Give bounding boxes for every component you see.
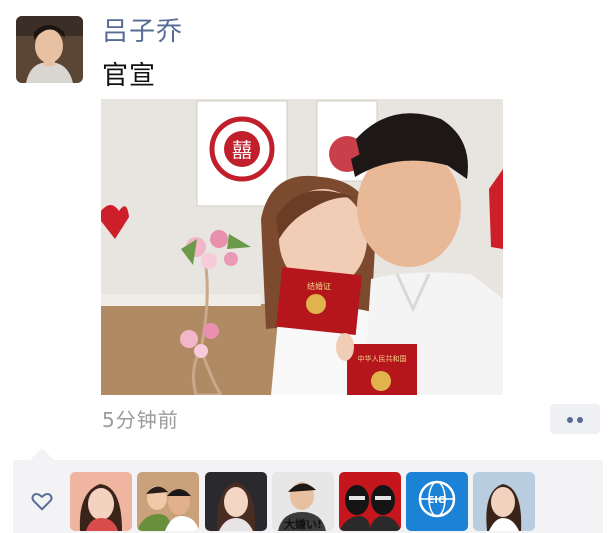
post-text: 官宣 bbox=[102, 61, 157, 91]
liker-sticker-text: 大嫌い! bbox=[284, 517, 322, 531]
liker-avatar-1[interactable] bbox=[70, 472, 132, 531]
wedding-photo-image: 囍 结婚证 中华人民共和国 bbox=[101, 99, 503, 395]
more-actions-button[interactable] bbox=[550, 404, 600, 434]
liker-avatar-4[interactable]: 大嫌い! bbox=[272, 472, 334, 531]
liker-badge-text: EIO bbox=[427, 495, 446, 506]
liker-avatar-7-image bbox=[473, 472, 535, 531]
heart-icon bbox=[31, 493, 53, 511]
liker-avatar-4-image: 大嫌い! bbox=[272, 472, 334, 531]
liker-avatar-6[interactable]: EIO bbox=[406, 472, 468, 531]
author-avatar-image bbox=[16, 16, 83, 83]
marriage-certificate-front: 结婚证 bbox=[276, 266, 362, 336]
liker-avatar-2[interactable] bbox=[137, 472, 199, 531]
liker-avatar-5-image bbox=[339, 472, 401, 531]
liker-avatar-7[interactable] bbox=[473, 472, 535, 531]
certificate-front-title: 结婚证 bbox=[307, 281, 331, 291]
liker-avatar-5[interactable] bbox=[339, 472, 401, 531]
liker-avatar-6-image: EIO bbox=[406, 472, 468, 531]
certificate-back-title: 中华人民共和国 bbox=[358, 354, 407, 363]
liker-avatar-2-image bbox=[137, 472, 199, 531]
post-timestamp: 5分钟前 bbox=[102, 408, 179, 432]
liker-avatar-3-image bbox=[205, 472, 267, 531]
post-photo[interactable]: 囍 结婚证 中华人民共和国 bbox=[101, 99, 503, 395]
couple-sign: 囍 bbox=[232, 138, 252, 162]
author-avatar[interactable] bbox=[16, 16, 83, 83]
liker-avatar-3[interactable] bbox=[205, 472, 267, 531]
likes-panel-arrow bbox=[30, 448, 54, 460]
marriage-certificate-back: 中华人民共和国 bbox=[347, 344, 417, 395]
author-name[interactable]: 吕子乔 bbox=[102, 14, 183, 50]
liker-avatar-1-image bbox=[70, 472, 132, 531]
